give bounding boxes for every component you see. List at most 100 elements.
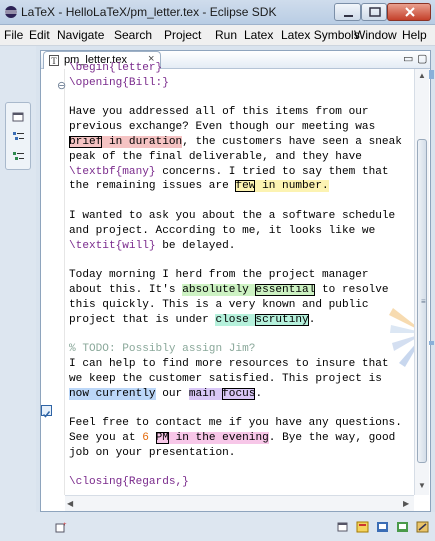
text-segment: Have you addressed all of this items fro… [69,106,369,119]
editor-text-area[interactable]: \begin{letter} \opening{Bill:} Have you ad… [69,61,421,493]
overview-marker[interactable] [429,70,434,79]
editor-line: \textit{will} be delayed. [69,239,421,254]
text-segment: and project. According to me, it looks l… [69,224,376,237]
editor-line: we keep the customer satisfied. This pro… [69,372,421,387]
scroll-down-icon[interactable]: ▼ [418,481,426,490]
text-segment: % TODO: Possibly assign Jim? [69,343,256,356]
debug-perspective-icon[interactable] [396,521,409,533]
editor-line: % TODO: Possibly assign Jim? [69,342,421,357]
menu-run[interactable]: Run [215,28,237,42]
fast-view-icon[interactable]: + [55,521,68,533]
editor-line: \opening{Bill:} [69,76,421,91]
text-segment: about this. It's [69,283,183,296]
text-segment: Feel free to contact me if you have any … [69,417,402,430]
structure-icon[interactable] [12,151,25,163]
title-bar: LaTeX - HelloLaTeX/pm_letter.tex - Eclip… [0,0,435,25]
maximize-button[interactable] [361,3,387,21]
latex-editor: T pm_letter.tex × ▭ ▢ ⊖ \begin{letter} \o… [40,50,431,512]
editor-line: \begin{letter} [69,61,421,76]
text-segment [149,432,156,444]
text-segment: be delayed. [155,239,236,252]
fold-icon[interactable]: ⊖ [57,79,66,92]
latex-perspective-icon[interactable] [356,521,369,533]
text-segment: peak of the final deliverable, and they … [69,150,362,163]
overview-marker-task[interactable] [429,341,434,345]
cvs-perspective-icon[interactable] [416,521,429,533]
svg-text:+: + [63,522,67,528]
text-segment: \closing{Regards,} [69,476,189,489]
text-segment: PM [155,431,169,444]
editor-line: the remaining issues are few in number. [69,179,421,194]
scroll-up-icon[interactable]: ▲ [418,71,426,80]
window-title: LaTeX - HelloLaTeX/pm_letter.tex - Eclip… [21,5,277,19]
java-perspective-icon[interactable] [376,521,389,533]
text-segment: now currently [69,387,156,400]
text-segment: to resolve [315,283,389,296]
maximize-icon [369,7,381,17]
scroll-left-icon[interactable]: ◀ [67,499,73,508]
close-button[interactable] [387,3,431,21]
task-marker-icon[interactable] [41,405,52,418]
outline-icon[interactable] [12,131,25,143]
text-segment: \begin{letter} [69,62,163,74]
text-segment: \textit{will} [69,239,156,252]
editor-line: See you at 6 PM in the evening. Bye the … [69,431,421,446]
text-segment: brief [69,135,103,148]
text-segment: \textbf{many} [69,165,156,178]
menu-latex-symbols[interactable]: Latex Symbols [281,28,360,42]
close-icon [405,7,415,17]
text-segment: close [215,313,256,326]
text-segment: in number. [255,180,329,193]
eclipse-icon [5,6,17,18]
editor-line: brief in duration, the customers have se… [69,135,421,150]
menu-file[interactable]: File [4,28,23,42]
vertical-scrollbar[interactable]: ▲ ≡ ▼ [414,69,429,495]
text-segment: this quickly. This is a very known and p… [69,298,369,311]
menu-latex[interactable]: Latex [244,28,273,42]
pin-icon[interactable] [336,521,349,533]
menu-edit[interactable]: Edit [29,28,50,42]
editor-line: now currently our main focus. [69,387,421,402]
text-segment: our [155,387,189,400]
text-segment: project that is under [69,313,216,326]
menu-search[interactable]: Search [114,28,152,42]
horizontal-scrollbar[interactable]: ◀ ▶ [65,495,414,511]
editor-line: previous exchange? Even though our meeti… [69,120,421,135]
text-segment: concerns. I tried to say them that [155,165,389,178]
status-bar: + [36,512,435,541]
tex-file-icon: T [49,55,59,66]
menu-window[interactable]: Window [354,28,397,42]
scroll-right-icon[interactable]: ▶ [403,499,409,508]
text-segment: previous exchange? Even though our meeti… [69,121,376,134]
text-segment: absolutely [182,283,256,296]
editor-line: Today morning I herd from the project ma… [69,268,421,283]
menu-navigate[interactable]: Navigate [57,28,104,42]
text-segment: focus [222,387,256,400]
text-segment: essential [255,283,316,296]
editor-line: \closing{Regards,} [69,475,421,490]
menu-project[interactable]: Project [164,28,201,42]
text-segment: the remaining issues are [69,180,236,193]
text-segment: , the customers have seen a sneak [182,135,402,148]
text-segment: few [235,180,256,193]
trim-stack [5,102,31,170]
text-segment: . [308,313,316,326]
left-trim [0,46,36,541]
perspective-icon[interactable] [12,111,25,123]
editor-line: I wanted to ask you about the a software… [69,209,421,224]
text-segment: main [188,387,223,400]
menu-help[interactable]: Help [402,28,427,42]
text-segment: we keep the customer satisfied. This pro… [69,372,382,385]
minimize-button[interactable] [334,3,361,21]
text-segment: . Bye the way, good [268,431,396,444]
text-segment: in duration [102,135,183,148]
text-segment: I wanted to ask you about the a software… [69,209,396,222]
editor-line: Feel free to contact me if you have any … [69,416,421,431]
vertical-scroll-thumb[interactable]: ≡ [417,139,427,463]
text-segment: job on your presentation. [69,446,236,459]
text-segment: Today morning I herd from the project ma… [69,269,369,282]
editor-line: peak of the final deliverable, and they … [69,150,421,165]
